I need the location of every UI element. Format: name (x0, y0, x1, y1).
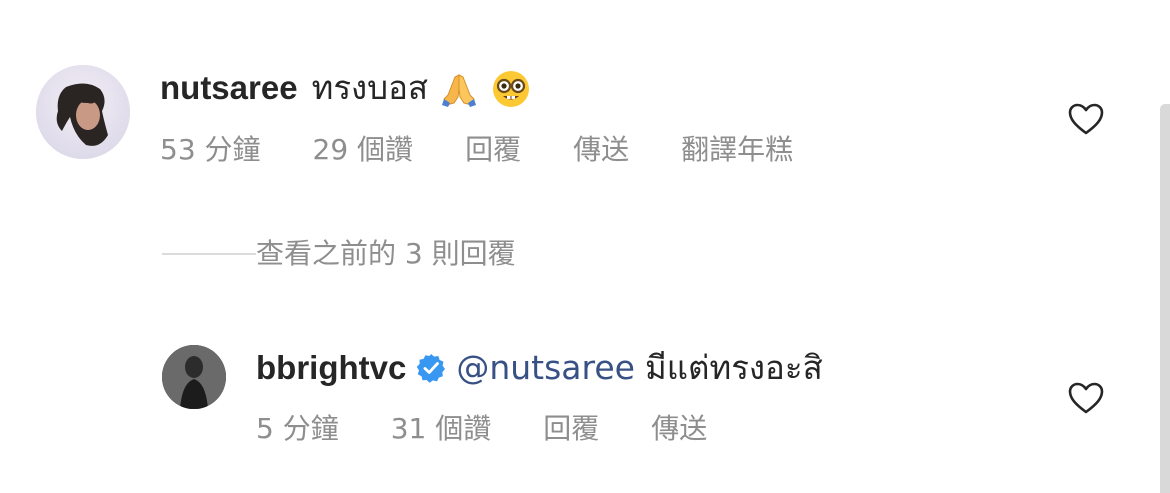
send-button[interactable]: 傳送 (651, 411, 707, 447)
folded-hands-icon (438, 67, 480, 109)
avatar-image (36, 65, 130, 159)
view-previous-replies-button[interactable]: 查看之前的 3 則回覆 (162, 236, 516, 272)
verified-badge-icon (416, 353, 446, 383)
nerd-face-icon (490, 67, 532, 109)
heart-icon[interactable] (1067, 381, 1105, 415)
mention-link[interactable]: @nutsaree (456, 346, 635, 390)
likes-count[interactable]: 31 個讚 (391, 411, 492, 447)
comment-text: มีแต่ทรงอะสิ (644, 348, 823, 387)
comment-text: ทรงบอส (311, 68, 429, 107)
send-button[interactable]: 傳送 (573, 132, 629, 168)
comment-line: nutsaree ทรงบอส (160, 66, 532, 110)
timestamp: 53 分鐘 (160, 133, 261, 166)
heart-icon[interactable] (1067, 102, 1105, 136)
reply-button[interactable]: 回覆 (543, 411, 599, 447)
comment-meta: 5 分鐘 31 個讚 回覆 傳送 (256, 411, 759, 447)
avatar[interactable] (36, 65, 130, 159)
avatar-image (162, 345, 226, 409)
username[interactable]: bbrightvc (256, 346, 406, 390)
translate-button[interactable]: 翻譯年糕 (681, 132, 793, 168)
timestamp: 5 分鐘 (256, 412, 339, 445)
username[interactable]: nutsaree (160, 66, 298, 110)
comment-meta: 53 分鐘 29 個讚 回覆 傳送 翻譯年糕 (160, 132, 845, 168)
reply-button[interactable]: 回覆 (465, 132, 521, 168)
comment-line: bbrightvc @nutsaree มีแต่ทรงอะสิ (256, 346, 823, 390)
scrollbar[interactable] (1160, 104, 1170, 493)
divider (162, 253, 256, 255)
avatar[interactable] (162, 345, 226, 409)
view-previous-replies-label: 查看之前的 3 則回覆 (256, 237, 516, 270)
likes-count[interactable]: 29 個讚 (313, 132, 414, 168)
